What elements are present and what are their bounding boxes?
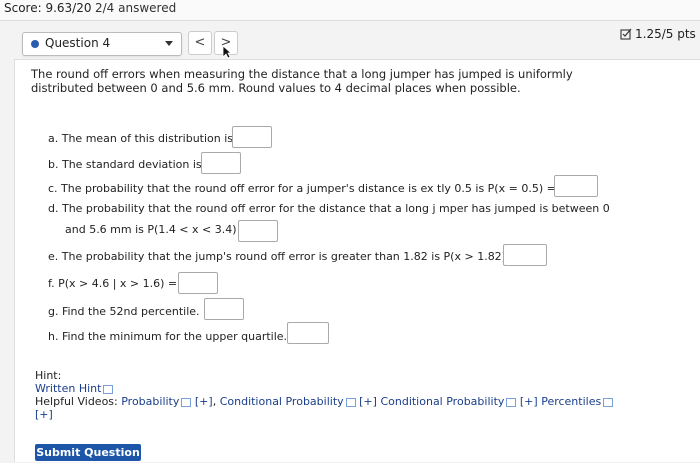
question-label: Question 4 <box>45 36 111 50</box>
external-link-icon <box>506 397 517 407</box>
part-f-answer-input[interactable] <box>178 272 218 294</box>
part-e-label: e. The probability that the jump's round… <box>48 250 519 263</box>
external-link-icon <box>603 397 614 407</box>
video-conditional-probability-2-expand[interactable]: [+] <box>520 395 538 408</box>
question-card: The round off errors when measuring the … <box>14 59 700 462</box>
video-probability-link[interactable]: Probability <box>121 395 179 408</box>
checkbox-edit-icon <box>620 28 632 40</box>
score-text: Score: 9.63/20 <box>4 1 92 15</box>
part-b-label: b. The standard deviation is <box>48 158 202 171</box>
video-conditional-probability-link[interactable]: Conditional Probability <box>220 395 344 408</box>
question-selector[interactable]: Question 4 <box>22 32 182 56</box>
part-g-answer-input[interactable] <box>204 298 244 320</box>
part-d-answer-input[interactable] <box>238 220 278 242</box>
prev-question-button[interactable]: < <box>188 31 212 55</box>
video-conditional-probability-expand[interactable]: [+] <box>359 395 377 408</box>
part-c-answer-input[interactable] <box>554 175 598 197</box>
helpful-videos-label: Helpful Videos: <box>35 395 118 408</box>
written-hint-link[interactable]: Written Hint <box>35 382 101 395</box>
chevron-down-icon <box>165 41 173 46</box>
video-probability-expand[interactable]: [+] <box>195 395 213 408</box>
video-conditional-probability-2-link[interactable]: Conditional Probability <box>380 395 504 408</box>
hint-title: Hint: <box>35 369 62 382</box>
part-a-label: a. The mean of this distribution is <box>48 132 234 145</box>
points-display: 1.25/5 pts <box>620 27 696 41</box>
part-d-label: d. The probability that the round off er… <box>48 202 610 215</box>
hint-section: Hint: Written Hint Helpful Videos: Proba… <box>35 369 614 421</box>
part-c-label: c. The probability that the round off er… <box>48 182 556 195</box>
external-link-icon <box>345 397 356 407</box>
submit-question-button[interactable]: Submit Question <box>35 444 141 461</box>
external-link-icon <box>181 397 192 407</box>
external-link-icon <box>103 384 114 394</box>
top-bar: Score: 9.63/20 2/4 answered <box>0 0 700 21</box>
problem-statement: The round off errors when measuring the … <box>31 67 573 95</box>
part-f-label: f. P(x > 4.6 | x > 1.6) = <box>48 277 178 290</box>
part-a-answer-input[interactable] <box>232 126 272 148</box>
part-h-label: h. Find the minimum for the upper quarti… <box>48 330 288 343</box>
part-b-answer-input[interactable] <box>201 152 241 174</box>
status-dot-icon <box>31 40 39 48</box>
part-h-answer-input[interactable] <box>287 322 329 344</box>
video-percentiles-expand[interactable]: [+] <box>35 408 53 421</box>
answered-count: 2/4 answered <box>95 1 177 15</box>
part-g-label: g. Find the 52nd percentile. <box>48 305 200 318</box>
part-e-answer-input[interactable] <box>503 244 547 266</box>
video-percentiles-link[interactable]: Percentiles <box>541 395 601 408</box>
points-text: 1.25/5 pts <box>635 27 696 41</box>
part-d-label-cont: and 5.6 mm is P(1.4 < x < 3.4) = <box>65 223 250 236</box>
